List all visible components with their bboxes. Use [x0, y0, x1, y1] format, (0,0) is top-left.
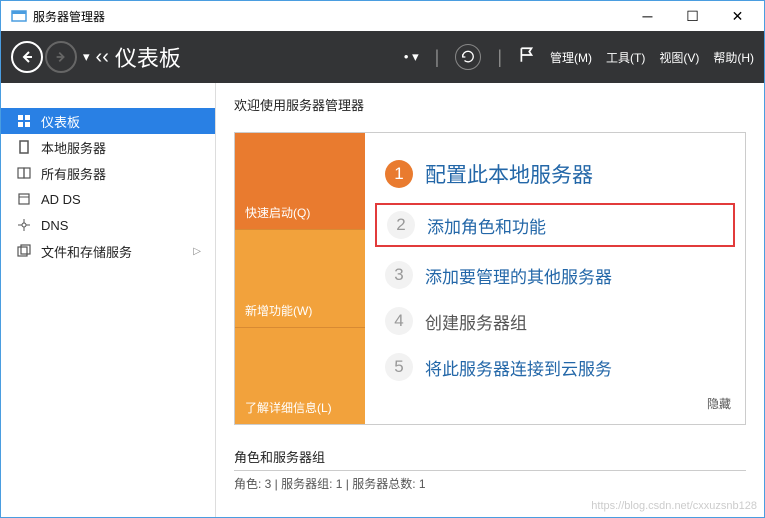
roles-section-title: 角色和服务器组 [234, 447, 746, 471]
sidebar-item-dashboard[interactable]: 仪表板 [1, 108, 215, 134]
step-configure-server[interactable]: 1 配置此本地服务器 [379, 155, 731, 193]
menu-tools[interactable]: 工具(T) [606, 49, 645, 66]
step-text: 添加要管理的其他服务器 [425, 263, 612, 288]
tiles-panel: 快速启动(Q) 新增功能(W) 了解详细信息(L) 1 配置此本地服务器 2 添… [234, 132, 746, 425]
sidebar-item-label: 本地服务器 [41, 138, 106, 157]
nav-back-button[interactable] [11, 41, 43, 73]
titlebar: 服务器管理器 ─ ☐ ✕ [1, 1, 764, 31]
step-number: 4 [385, 307, 413, 335]
server-icon [15, 139, 33, 155]
adds-icon [15, 191, 33, 207]
storage-icon [15, 243, 33, 259]
window-title: 服务器管理器 [33, 8, 625, 25]
main-content: 欢迎使用服务器管理器 快速启动(Q) 新增功能(W) 了解详细信息(L) 1 配… [216, 83, 764, 517]
step-number: 5 [385, 353, 413, 381]
location-dropdown[interactable]: • ▾ [404, 49, 419, 65]
step-text: 配置此本地服务器 [425, 159, 593, 189]
refresh-button[interactable] [455, 44, 481, 70]
step-connect-cloud[interactable]: 5 将此服务器连接到云服务 [379, 349, 731, 385]
tile-whats-new[interactable]: 新增功能(W) [235, 229, 365, 326]
step-text: 将此服务器连接到云服务 [425, 355, 612, 380]
maximize-button[interactable]: ☐ [670, 2, 715, 30]
sidebar-item-ad-ds[interactable]: AD DS [1, 186, 215, 212]
step-add-servers[interactable]: 3 添加要管理的其他服务器 [379, 257, 731, 293]
flag-icon[interactable] [518, 46, 536, 69]
sidebar-item-file-storage[interactable]: 文件和存储服务 ▷ [1, 238, 215, 264]
menu-help[interactable]: 帮助(H) [713, 49, 754, 66]
tile-quick-start[interactable]: 快速启动(Q) [235, 133, 365, 229]
sidebar-item-label: 所有服务器 [41, 164, 106, 183]
watermark: https://blog.csdn.net/cxxuzsnb128 [591, 500, 757, 512]
step-create-group[interactable]: 4 创建服务器组 [379, 303, 731, 339]
sidebar: 仪表板 本地服务器 所有服务器 AD DS DNS 文件和存储服务 ▷ [1, 83, 216, 517]
sidebar-item-all-servers[interactable]: 所有服务器 [1, 160, 215, 186]
page-title: 仪表板 [115, 41, 181, 73]
step-add-roles[interactable]: 2 添加角色和功能 [375, 203, 735, 247]
app-icon [11, 8, 27, 24]
welcome-heading: 欢迎使用服务器管理器 [234, 95, 746, 114]
dns-icon [15, 217, 33, 233]
step-number: 2 [387, 211, 415, 239]
close-button[interactable]: ✕ [715, 2, 760, 30]
sidebar-item-label: DNS [41, 218, 68, 233]
nav-forward-button[interactable] [45, 41, 77, 73]
minimize-button[interactable]: ─ [625, 2, 670, 30]
header: ▾ ‹‹ 仪表板 • ▾ | | 管理(M) 工具(T) 视图(V) 帮助(H) [1, 31, 764, 83]
sidebar-item-label: AD DS [41, 192, 81, 207]
step-number: 3 [385, 261, 413, 289]
sidebar-item-label: 文件和存储服务 [41, 242, 132, 261]
tile-label: 新增功能(W) [245, 302, 312, 319]
sidebar-item-dns[interactable]: DNS [1, 212, 215, 238]
step-text: 添加角色和功能 [427, 213, 546, 238]
step-number: 1 [385, 160, 413, 188]
hide-link[interactable]: 隐藏 [379, 395, 731, 412]
servers-icon [15, 165, 33, 181]
menu-manage[interactable]: 管理(M) [550, 49, 592, 66]
sidebar-item-local-server[interactable]: 本地服务器 [1, 134, 215, 160]
tile-label: 了解详细信息(L) [245, 399, 332, 416]
breadcrumb-chevron-icon: ‹‹ [96, 46, 109, 69]
chevron-right-icon: ▷ [193, 246, 201, 257]
step-text: 创建服务器组 [425, 309, 527, 334]
menu-view[interactable]: 视图(V) [659, 49, 699, 66]
dashboard-icon [15, 113, 33, 129]
roles-section-sub: 角色: 3 | 服务器组: 1 | 服务器总数: 1 [234, 475, 746, 492]
nav-dropdown[interactable]: ▾ [83, 49, 90, 65]
tile-label: 快速启动(Q) [245, 204, 310, 221]
sidebar-item-label: 仪表板 [41, 112, 80, 131]
tile-learn-more[interactable]: 了解详细信息(L) [235, 327, 365, 424]
